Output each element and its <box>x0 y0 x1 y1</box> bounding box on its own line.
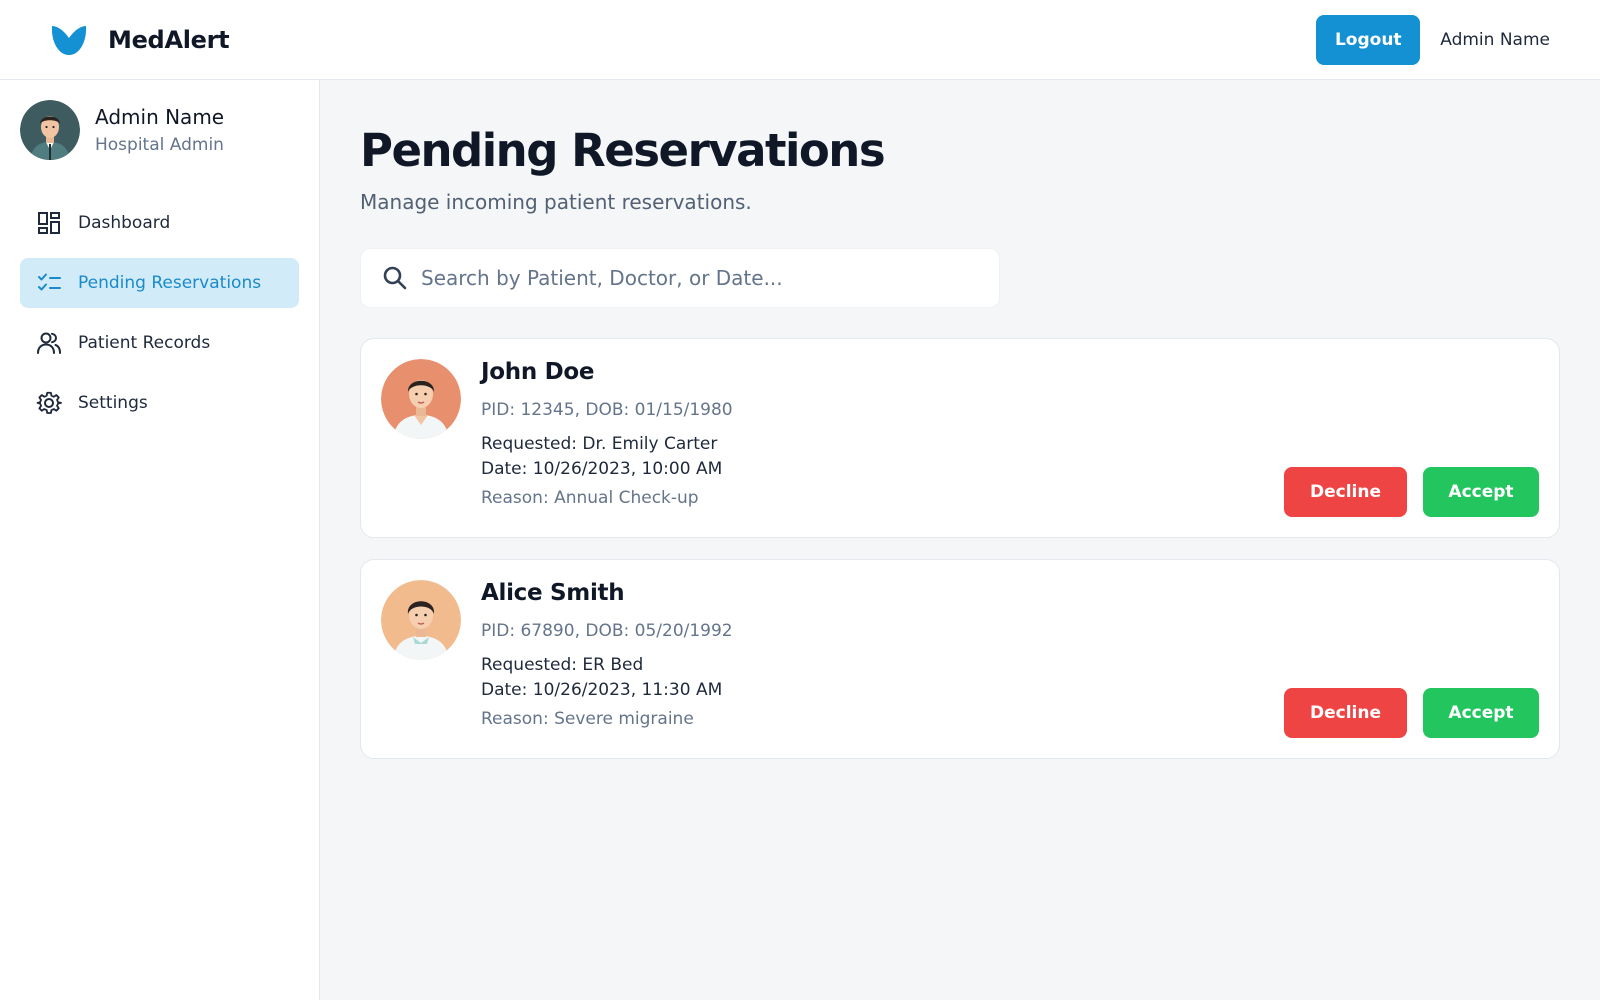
dashboard-icon <box>38 212 60 234</box>
header-user-name[interactable]: Admin Name <box>1440 30 1550 50</box>
decline-button[interactable]: Decline <box>1284 467 1407 517</box>
requested-resource: Requested: Dr. Emily Carter <box>481 434 718 454</box>
sidebar-item-dashboard[interactable]: Dashboard <box>20 198 299 248</box>
top-header: MedAlert Logout Admin Name <box>0 0 1600 80</box>
sidebar-profile: Admin Name Hospital Admin <box>20 100 224 160</box>
search-input[interactable] <box>421 266 981 290</box>
sidebar-item-label: Pending Reservations <box>78 273 262 293</box>
sidebar-item-settings[interactable]: Settings <box>20 378 299 428</box>
patient-avatar <box>381 580 461 660</box>
users-icon <box>37 332 61 354</box>
reservation-date: Date: 10/26/2023, 11:30 AM <box>481 680 723 700</box>
patient-info: John Doe PID: 12345, DOB: 01/15/1980 Req… <box>481 359 1181 508</box>
patient-name: Alice Smith <box>481 580 625 606</box>
header-actions: Logout Admin Name <box>1316 14 1550 65</box>
sidebar-item-label: Patient Records <box>78 333 211 353</box>
checklist-icon <box>38 273 61 291</box>
requested-resource: Requested: ER Bed <box>481 655 644 675</box>
decline-button[interactable]: Decline <box>1284 688 1407 738</box>
search-bar <box>360 248 1000 308</box>
profile-text: Admin Name Hospital Admin <box>95 105 224 155</box>
logout-button[interactable]: Logout <box>1316 14 1421 65</box>
accept-button[interactable]: Accept <box>1423 467 1539 517</box>
reservation-reason: Reason: Annual Check-up <box>481 488 699 508</box>
search-icon <box>383 266 407 290</box>
page-subtitle: Manage incoming patient reservations. <box>360 190 752 214</box>
accept-button[interactable]: Accept <box>1423 688 1539 738</box>
reservation-card: Alice Smith PID: 67890, DOB: 05/20/1992 … <box>360 559 1560 759</box>
sidebar-item-label: Dashboard <box>78 213 171 233</box>
reservation-card: John Doe PID: 12345, DOB: 01/15/1980 Req… <box>360 338 1560 538</box>
patient-ids: PID: 12345, DOB: 01/15/1980 <box>481 400 733 420</box>
sidebar-item-pending-reservations[interactable]: Pending Reservations <box>20 258 299 308</box>
patient-ids: PID: 67890, DOB: 05/20/1992 <box>481 621 733 641</box>
reservation-actions: Decline Accept <box>1284 688 1539 738</box>
reservation-reason: Reason: Severe migraine <box>481 709 694 729</box>
patient-name: John Doe <box>481 359 595 385</box>
reservation-actions: Decline Accept <box>1284 467 1539 517</box>
medalert-logo-icon <box>51 25 87 55</box>
sidebar-item-patient-records[interactable]: Patient Records <box>20 318 299 368</box>
gear-icon <box>36 391 62 414</box>
sidebar-nav: Dashboard Pending Reservations Patient R… <box>20 198 299 438</box>
profile-name: Admin Name <box>95 105 225 129</box>
admin-avatar <box>20 100 80 160</box>
sidebar-item-label: Settings <box>78 393 148 413</box>
patient-avatar <box>381 359 461 439</box>
patient-info: Alice Smith PID: 67890, DOB: 05/20/1992 … <box>481 580 1181 729</box>
profile-role: Hospital Admin <box>95 135 224 155</box>
page-title: Pending Reservations <box>360 124 886 177</box>
sidebar: Admin Name Hospital Admin Dashboard Pend… <box>0 80 320 1000</box>
brand[interactable]: MedAlert <box>50 23 230 57</box>
brand-name: MedAlert <box>108 25 230 54</box>
reservation-date: Date: 10/26/2023, 10:00 AM <box>481 459 723 479</box>
